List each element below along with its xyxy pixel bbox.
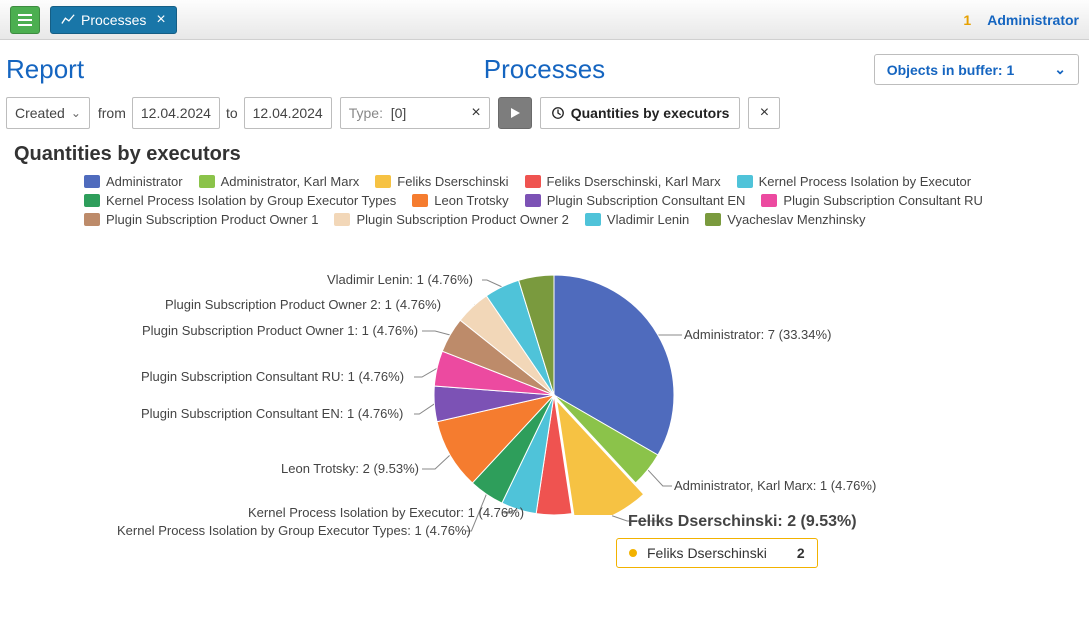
clock-icon xyxy=(551,106,565,120)
close-icon: × xyxy=(760,104,769,122)
slice-label: Administrator: 7 (33.34%) xyxy=(684,327,831,342)
tab-processes[interactable]: Processes × xyxy=(50,6,177,34)
date-to-input[interactable]: 12.04.2024 xyxy=(244,97,332,129)
slice-label: Plugin Subscription Product Owner 1: 1 (… xyxy=(142,323,418,338)
legend-item[interactable]: Feliks Dserschinski xyxy=(375,174,508,189)
type-filter[interactable]: Type: [0] × xyxy=(340,97,490,129)
run-button[interactable] xyxy=(498,97,532,129)
legend-item[interactable]: Kernel Process Isolation by Executor xyxy=(737,174,971,189)
page-title: Processes xyxy=(484,54,605,85)
chevron-down-icon: ⌄ xyxy=(1054,61,1066,78)
to-label: to xyxy=(226,105,238,121)
buffer-button[interactable]: Objects in buffer: 1 ⌄ xyxy=(874,54,1079,85)
main-menu-button[interactable] xyxy=(10,6,40,34)
tooltip-name: Feliks Dserschinski xyxy=(647,545,767,561)
slice-label: Vladimir Lenin: 1 (4.76%) xyxy=(327,272,473,287)
chart-line-icon xyxy=(61,13,75,27)
dot-icon xyxy=(629,549,637,557)
legend-item[interactable]: Administrator xyxy=(84,174,183,189)
title-bar: Report Processes Objects in buffer: 1 ⌄ xyxy=(0,40,1089,97)
remove-tag-button[interactable]: × xyxy=(748,97,780,129)
filter-bar: Created ⌄ from 12.04.2024 to 12.04.2024 … xyxy=(0,97,1089,139)
legend-item[interactable]: Plugin Subscription Product Owner 2 xyxy=(334,212,568,227)
quantities-tag[interactable]: Quantities by executors xyxy=(540,97,741,129)
top-bar: Processes × 1 Administrator xyxy=(0,0,1089,40)
legend-item[interactable]: Feliks Dserschinski, Karl Marx xyxy=(525,174,721,189)
legend-item[interactable]: Plugin Subscription Consultant EN xyxy=(525,193,746,208)
slice-label: Kernel Process Isolation by Executor: 1 … xyxy=(248,505,524,520)
user-link[interactable]: Administrator xyxy=(987,12,1079,28)
slice-label: Plugin Subscription Consultant RU: 1 (4.… xyxy=(141,369,404,384)
legend-item[interactable]: Vyacheslav Menzhinsky xyxy=(705,212,865,227)
created-select[interactable]: Created ⌄ xyxy=(6,97,90,129)
slice-label: Kernel Process Isolation by Group Execut… xyxy=(117,523,471,538)
chart-tooltip: Feliks Dserschinski 2 xyxy=(616,538,818,568)
tab-label: Processes xyxy=(81,12,146,28)
slice-label: Plugin Subscription Consultant EN: 1 (4.… xyxy=(141,406,403,421)
chevron-down-icon: ⌄ xyxy=(71,106,81,120)
from-label: from xyxy=(98,105,126,121)
legend-item[interactable]: Kernel Process Isolation by Group Execut… xyxy=(84,193,396,208)
buffer-label: Objects in buffer: 1 xyxy=(887,62,1015,78)
chart-area: Administrator: 7 (33.34%) Administrator,… xyxy=(14,245,1074,605)
legend: Administrator Administrator, Karl Marx Fel… xyxy=(14,174,1075,235)
slice-label-highlight: Feliks Dserschinski: 2 (9.53%) xyxy=(628,513,857,531)
chart-section: Quantities by executors AdministratorAdm… xyxy=(0,143,1089,605)
slice-label: Leon Trotsky: 2 (9.53%) xyxy=(281,461,419,476)
play-icon xyxy=(509,107,521,119)
legend-item[interactable]: Vladimir Lenin xyxy=(585,212,689,227)
close-icon[interactable]: × xyxy=(156,11,165,29)
report-link[interactable]: Report xyxy=(4,54,84,85)
legend-item[interactable]: Administrator, Karl Marx xyxy=(199,174,360,189)
chart-title: Quantities by executors xyxy=(14,143,1075,166)
close-icon[interactable]: × xyxy=(471,104,480,122)
created-label: Created xyxy=(15,105,65,121)
date-from-input[interactable]: 12.04.2024 xyxy=(132,97,220,129)
legend-item[interactable]: Leon Trotsky xyxy=(412,193,508,208)
user-badge-count: 1 xyxy=(963,12,971,28)
legend-item[interactable]: Plugin Subscription Product Owner 1 xyxy=(84,212,318,227)
slice-label: Administrator, Karl Marx: 1 (4.76%) xyxy=(674,478,876,493)
tooltip-value: 2 xyxy=(797,545,805,561)
slice-label: Plugin Subscription Product Owner 2: 1 (… xyxy=(165,297,441,312)
legend-item[interactable]: Plugin Subscription Consultant RU xyxy=(761,193,982,208)
pie-chart[interactable] xyxy=(434,275,674,515)
